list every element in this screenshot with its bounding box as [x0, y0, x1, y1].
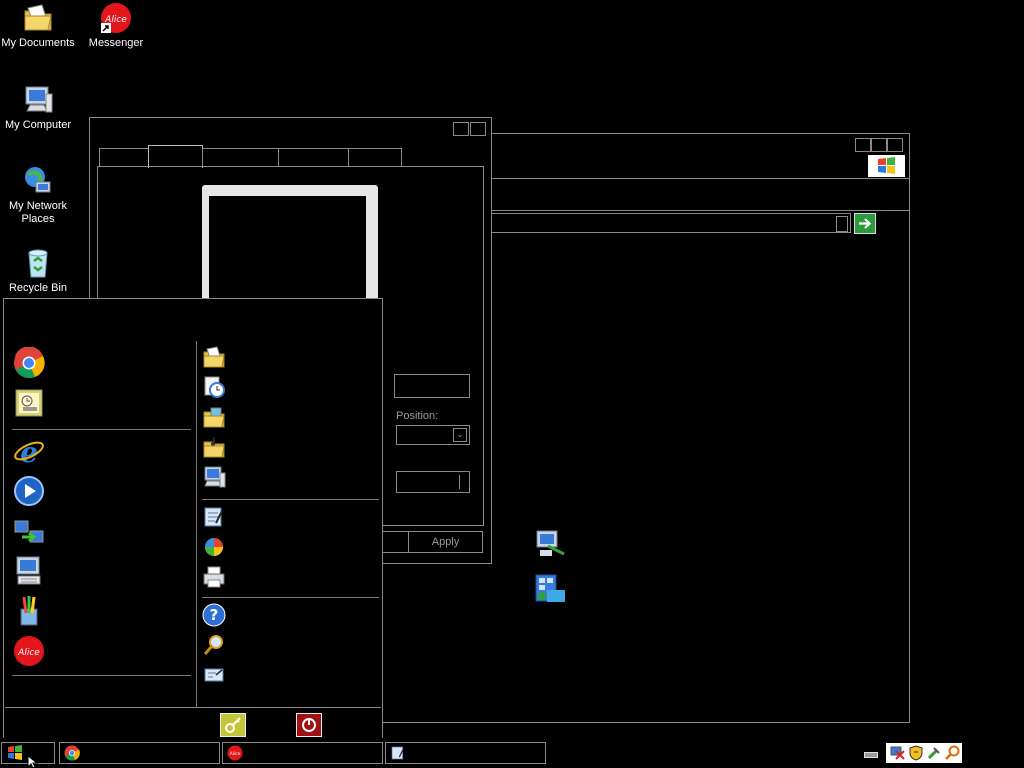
icon-label: My Documents: [1, 37, 75, 49]
go-arrow-icon: [859, 218, 872, 229]
pinned-separator: [12, 429, 191, 430]
help-caption-button[interactable]: [453, 122, 469, 136]
svg-text:Alice: Alice: [17, 648, 40, 658]
help-separator: [202, 597, 379, 598]
help-icon[interactable]: ?: [202, 603, 226, 627]
apply-label: Apply: [431, 536, 460, 548]
tab-desktop[interactable]: [148, 145, 203, 168]
alice-messenger-icon: Alice: [100, 2, 132, 34]
task-button-control-panel[interactable]: [385, 742, 546, 764]
taskbar: Alice: [0, 738, 1024, 768]
search-icon[interactable]: [202, 633, 226, 657]
my-music-icon[interactable]: [202, 435, 226, 459]
go-button[interactable]: [854, 213, 876, 234]
transfer-wizard-icon[interactable]: [13, 515, 45, 547]
system-tray: [886, 743, 962, 763]
run-icon[interactable]: [202, 663, 226, 687]
position-label: Position:: [396, 410, 439, 422]
paint-icon[interactable]: [13, 595, 45, 627]
internet-explorer-icon[interactable]: e: [13, 435, 45, 469]
my-computer-icon[interactable]: [202, 465, 226, 489]
monitor-preview: [202, 185, 378, 305]
places-separator: [202, 499, 379, 500]
maximize-button[interactable]: [871, 138, 887, 152]
browse-button[interactable]: [394, 374, 470, 398]
icon-label: My Computer: [4, 119, 72, 131]
all-programs-separator: [12, 675, 191, 676]
windows-logo-icon: [8, 745, 22, 760]
start-menu[interactable]: e Alice ?: [3, 298, 383, 740]
my-computer-icon: [22, 84, 54, 116]
color-picker-divider: [459, 475, 460, 489]
mouse-cursor-icon: [27, 755, 39, 768]
recycle-bin-icon: [22, 247, 54, 279]
search-icon[interactable]: [944, 745, 960, 761]
tab-appearance[interactable]: [278, 148, 349, 167]
tab-themes[interactable]: [99, 148, 149, 167]
recent-documents-icon[interactable]: [202, 375, 226, 399]
icon-label: Messenger: [88, 37, 144, 49]
monitor-screen: [209, 196, 366, 305]
address-dropdown-button[interactable]: [836, 216, 848, 232]
position-select[interactable]: ⌄: [396, 425, 470, 445]
control-panel-icon: [391, 746, 404, 760]
minimize-button[interactable]: [855, 138, 871, 152]
address-bar[interactable]: [477, 213, 851, 233]
desktop-icon-network-places[interactable]: My Network Places: [0, 165, 76, 226]
color-picker-button[interactable]: [396, 471, 470, 493]
column-divider: [196, 341, 197, 707]
safely-remove-icon[interactable]: [926, 745, 942, 761]
windows-throbber: [868, 155, 905, 177]
turn-off-button[interactable]: [296, 713, 322, 737]
icon-label: My Network Places: [8, 200, 68, 225]
footer-separator: [5, 707, 381, 708]
desktop-icon-my-computer[interactable]: My Computer: [0, 84, 76, 132]
user-accounts-icon[interactable]: [534, 572, 568, 604]
icon-label: Recycle Bin: [8, 282, 68, 294]
network-icon[interactable]: [890, 745, 906, 761]
desktop-icon-messenger[interactable]: Alice Messenger: [78, 2, 154, 50]
security-shield-icon[interactable]: [909, 745, 923, 761]
chrome-icon[interactable]: [13, 346, 45, 379]
alice-messenger-icon[interactable]: Alice: [13, 635, 45, 667]
tab-settings[interactable]: [348, 148, 402, 167]
desktop-icon-my-documents[interactable]: My Documents: [0, 2, 76, 50]
power-icon: [302, 718, 316, 732]
desktop-icon-recycle-bin[interactable]: Recycle Bin: [0, 247, 76, 295]
svg-text:e: e: [20, 436, 38, 467]
chevron-down-icon: ⌄: [453, 428, 467, 442]
my-documents-icon[interactable]: [202, 345, 226, 369]
set-program-access-icon[interactable]: [202, 535, 226, 559]
control-panel-icon[interactable]: [202, 505, 226, 529]
close-button[interactable]: [470, 122, 486, 136]
close-button[interactable]: [887, 138, 903, 152]
printers-icon[interactable]: [202, 565, 226, 589]
my-documents-icon: [22, 2, 54, 34]
accessibility-options-icon[interactable]: [534, 528, 568, 558]
my-pictures-icon[interactable]: [202, 405, 226, 429]
chrome-icon: [64, 745, 80, 761]
media-player-icon[interactable]: [13, 475, 45, 507]
task-button-messenger[interactable]: Alice: [222, 742, 383, 764]
apply-button[interactable]: Apply: [408, 531, 483, 553]
log-off-button[interactable]: [220, 713, 246, 737]
on-screen-keyboard-icon[interactable]: [13, 555, 45, 587]
network-places-icon: [22, 165, 54, 197]
alice-messenger-icon: Alice: [227, 745, 243, 761]
task-button-chrome[interactable]: [59, 742, 220, 764]
scheduled-tasks-icon[interactable]: [13, 387, 45, 419]
keyboard-icon[interactable]: [862, 744, 880, 760]
svg-text:?: ?: [210, 606, 219, 624]
key-icon: [225, 717, 241, 733]
tab-screen-saver[interactable]: [202, 148, 279, 167]
svg-text:Alice: Alice: [230, 751, 241, 757]
